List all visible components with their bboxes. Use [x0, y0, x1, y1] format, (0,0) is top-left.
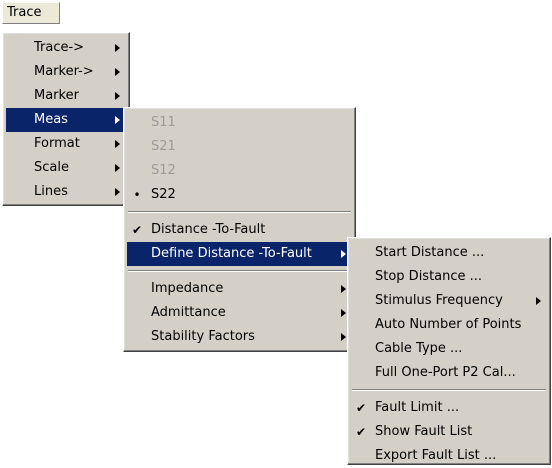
menu-item-scale[interactable]: Scale	[6, 156, 126, 180]
menu-item-label: Export Fault List ...	[375, 448, 497, 463]
checkmark-icon: ✔	[355, 425, 367, 439]
menu-item-format[interactable]: Format	[6, 132, 126, 156]
menu-item-label: Stability Factors	[151, 329, 255, 344]
menu-item-label: Stimulus Frequency	[375, 293, 503, 308]
menu-item-label: Distance -To-Fault	[151, 222, 266, 237]
submenu-arrow-icon	[341, 250, 346, 258]
menu-item-export-fault-list[interactable]: Export Fault List ...	[351, 444, 547, 464]
menubar-trace[interactable]: Trace	[2, 2, 60, 24]
menu-item-label: Start Distance ...	[375, 245, 485, 260]
submenu-arrow-icon	[115, 140, 120, 148]
menu-item-auto-number-of-points[interactable]: Auto Number of Points	[351, 313, 547, 337]
submenu-arrow-icon	[341, 333, 346, 341]
menu-item-label: Auto Number of Points	[375, 317, 522, 332]
menu-item-full-one-port-cal[interactable]: Full One-Port P2 Cal...	[351, 361, 547, 385]
menu-item-label: Format	[34, 136, 80, 151]
menu-separator	[352, 389, 546, 391]
menu-item-show-fault-list[interactable]: ✔ Show Fault List	[351, 420, 547, 444]
define-dtf-menu: Start Distance ... Stop Distance ... Sti…	[347, 237, 551, 465]
menu-item-s11: S11	[127, 111, 352, 135]
menu-item-label: S22	[151, 187, 176, 202]
menu-item-start-distance[interactable]: Start Distance ...	[351, 241, 547, 265]
menu-item-label: Scale	[34, 160, 69, 175]
menu-item-label: Impedance	[151, 281, 224, 296]
menu-item-label: Lines	[34, 184, 68, 199]
menu-item-stimulus-frequency[interactable]: Stimulus Frequency	[351, 289, 547, 313]
menu-item-label: Full One-Port P2 Cal...	[375, 365, 516, 380]
menu-item-stop-distance[interactable]: Stop Distance ...	[351, 265, 547, 289]
menu-item-label: S12	[151, 163, 176, 178]
checkmark-icon: ✔	[131, 223, 143, 237]
menu-item-marker[interactable]: Marker	[6, 84, 126, 108]
menu-item-label: S11	[151, 115, 176, 130]
submenu-arrow-icon	[536, 297, 541, 305]
menu-item-label: Define Distance -To-Fault	[151, 246, 312, 261]
submenu-arrow-icon	[115, 164, 120, 172]
menu-item-label: Trace->	[34, 40, 85, 55]
submenu-arrow-icon	[341, 285, 346, 293]
checkmark-icon: ✔	[355, 401, 367, 415]
submenu-arrow-icon	[115, 68, 120, 76]
submenu-arrow-icon	[115, 44, 120, 52]
trace-menu: Trace-> Marker-> Marker Meas Format Scal…	[2, 32, 130, 206]
menu-item-marker-arrow[interactable]: Marker->	[6, 60, 126, 84]
menu-item-distance-to-fault[interactable]: ✔ Distance -To-Fault	[127, 218, 352, 242]
menu-item-stability-factors[interactable]: Stability Factors	[127, 325, 352, 349]
menu-item-trace-arrow[interactable]: Trace->	[6, 36, 126, 60]
menu-item-impedance[interactable]: Impedance	[127, 277, 352, 301]
menu-separator	[128, 211, 351, 213]
radio-bullet-icon: •	[133, 188, 141, 202]
menu-item-meas[interactable]: Meas	[6, 108, 126, 132]
menu-item-label: Marker->	[34, 64, 94, 79]
menu-item-s21: S21	[127, 135, 352, 159]
submenu-arrow-icon	[341, 309, 346, 317]
menu-item-label: S21	[151, 139, 176, 154]
submenu-arrow-icon	[115, 92, 120, 100]
menu-item-label: Admittance	[151, 305, 226, 320]
meas-menu: S11 S21 S12 • S22 ✔ Distance -To-Fault D…	[123, 107, 356, 352]
menu-item-label: Fault Limit ...	[375, 400, 460, 415]
menu-item-label: Show Fault List	[375, 424, 473, 439]
menu-separator	[128, 270, 351, 272]
menu-item-label: Stop Distance ...	[375, 269, 483, 284]
menu-item-label: Marker	[34, 88, 79, 103]
submenu-arrow-icon	[115, 116, 120, 124]
menu-item-label: Meas	[34, 112, 68, 127]
menu-item-fault-limit[interactable]: ✔ Fault Limit ...	[351, 396, 547, 420]
menu-item-s12: S12	[127, 159, 352, 183]
menu-item-s22[interactable]: • S22	[127, 183, 352, 207]
menu-item-define-distance-to-fault[interactable]: Define Distance -To-Fault	[127, 242, 352, 266]
menu-item-lines[interactable]: Lines	[6, 180, 126, 204]
menu-item-admittance[interactable]: Admittance	[127, 301, 352, 325]
menu-item-cable-type[interactable]: Cable Type ...	[351, 337, 547, 361]
submenu-arrow-icon	[115, 188, 120, 196]
menu-item-label: Cable Type ...	[375, 341, 463, 356]
